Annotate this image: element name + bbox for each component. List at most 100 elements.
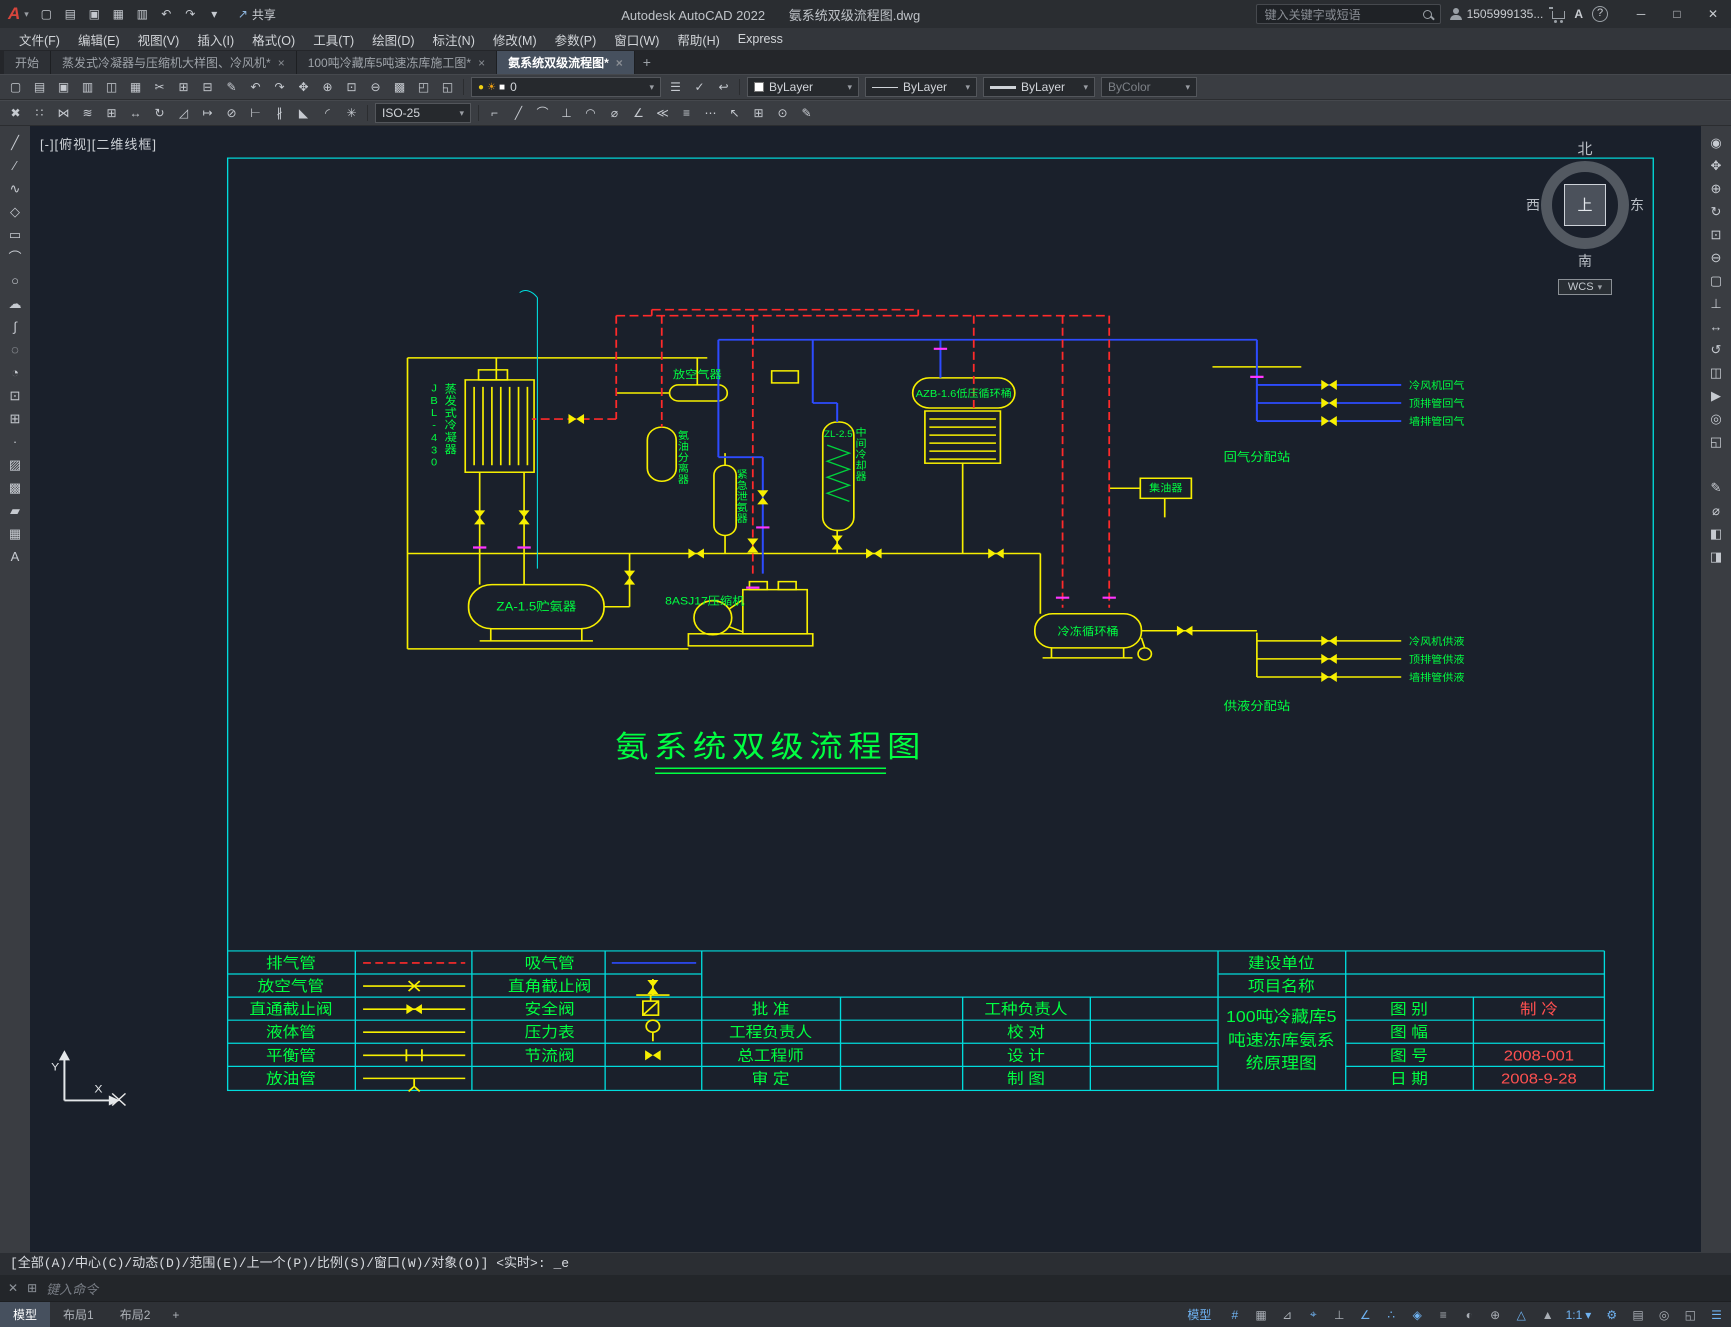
autocad-logo-icon[interactable]: A: [6, 4, 22, 24]
help-icon[interactable]: ?: [1592, 6, 1608, 22]
workspace-switch-icon[interactable]: ⚙: [1598, 1302, 1622, 1327]
break-icon[interactable]: ∦: [268, 103, 291, 123]
revision-cloud-icon[interactable]: ☁: [3, 293, 27, 315]
camera-tool-icon[interactable]: ◨: [1704, 546, 1728, 568]
tab-doc-1[interactable]: 蒸发式冷凝器与压缩机大样图、冷风机* ×: [51, 51, 297, 74]
move-icon[interactable]: ↔: [124, 103, 147, 123]
quick-dim-icon[interactable]: ≪: [651, 103, 674, 123]
snap-mode-icon[interactable]: ▦: [1247, 1302, 1271, 1327]
fillet-icon[interactable]: ◜: [316, 103, 339, 123]
mtext-icon[interactable]: A: [3, 546, 27, 568]
section-tool-icon[interactable]: ◧: [1704, 523, 1728, 545]
qsave-icon[interactable]: ▣: [52, 77, 75, 97]
cut-icon[interactable]: ✂: [148, 77, 171, 97]
insert-block-icon[interactable]: ⊡: [3, 385, 27, 407]
paste-icon[interactable]: ⊟: [196, 77, 219, 97]
measure-tool-icon[interactable]: ⌀: [1704, 500, 1728, 522]
close-tab-icon[interactable]: ×: [478, 56, 485, 70]
annotate-tool-icon[interactable]: ✎: [1704, 477, 1728, 499]
qnew-icon[interactable]: ▢: [4, 77, 27, 97]
share-button[interactable]: ↗ 共享: [228, 6, 286, 23]
menu-format[interactable]: 格式(O): [243, 28, 304, 50]
zoom-window-icon[interactable]: ⊡: [1704, 224, 1728, 246]
construction-line-icon[interactable]: ∕: [3, 155, 27, 177]
save-as-icon[interactable]: ▦: [107, 4, 130, 24]
match-properties-icon[interactable]: ✎: [220, 77, 243, 97]
annotation-autoscale-icon[interactable]: ▲: [1534, 1302, 1559, 1327]
polyline-icon[interactable]: ∿: [3, 178, 27, 200]
layer-previous-icon[interactable]: ↩: [712, 77, 735, 97]
gradient-icon[interactable]: ▩: [3, 477, 27, 499]
point-icon[interactable]: ·: [3, 431, 27, 453]
lineweight-icon[interactable]: ≡: [1430, 1302, 1454, 1327]
dim-diameter-icon[interactable]: ⌀: [603, 103, 626, 123]
model-space-canvas[interactable]: Y X JBL-430 蒸发式冷凝器 放空气器 氨油分离器 ZL-2.5 中间冷…: [30, 126, 1701, 1252]
plot-preview-icon[interactable]: ◫: [100, 77, 123, 97]
search-icon[interactable]: [1422, 9, 1432, 19]
dimstyle-dropdown[interactable]: ISO-25 ▾: [375, 103, 471, 123]
fullscreen-icon[interactable]: ◱: [1704, 431, 1728, 453]
customize-menu-icon[interactable]: ☰: [1703, 1302, 1727, 1327]
move-view-icon[interactable]: ↔: [1704, 316, 1728, 338]
rotate-view-icon[interactable]: ↺: [1704, 339, 1728, 361]
viewcube-east-label[interactable]: 东: [1630, 195, 1644, 215]
region-icon[interactable]: ▰: [3, 500, 27, 522]
viewcube-south-label[interactable]: 南: [1527, 251, 1643, 271]
close-tab-icon[interactable]: ×: [616, 56, 623, 70]
menu-edit[interactable]: 编辑(E): [69, 28, 129, 50]
pan-icon[interactable]: ✥: [1704, 155, 1728, 177]
clean-screen-icon[interactable]: ◱: [1677, 1302, 1701, 1327]
trim-icon[interactable]: ⊘: [220, 103, 243, 123]
ellipse-arc-icon[interactable]: ◔: [3, 362, 27, 384]
explode-icon[interactable]: ✳: [340, 103, 363, 123]
menu-modify[interactable]: 修改(M): [484, 28, 546, 50]
maximize-button[interactable]: □: [1659, 0, 1695, 28]
viewport-icon[interactable]: ◫: [1704, 362, 1728, 384]
ortho-icon[interactable]: ⊥: [1326, 1302, 1350, 1327]
undo-icon[interactable]: ↶: [244, 77, 267, 97]
tool-palettes-icon[interactable]: ◱: [436, 77, 459, 97]
array-icon[interactable]: ⊞: [100, 103, 123, 123]
search-input[interactable]: 键入关键字或短语: [1255, 4, 1441, 24]
command-history[interactable]: [全部(A)/中心(C)/动态(D)/范围(E)/上一个(P)/比例(S)/窗口…: [0, 1253, 1731, 1275]
tab-doc-2[interactable]: 100吨冷藏库5吨速冻库施工图* ×: [296, 51, 498, 74]
zoom-extents-icon[interactable]: ⊕: [1704, 178, 1728, 200]
ellipse-icon[interactable]: ◌: [3, 339, 27, 361]
close-button[interactable]: ✕: [1695, 0, 1731, 28]
plot-icon[interactable]: ▥: [131, 4, 154, 24]
menu-parametric[interactable]: 参数(P): [546, 28, 606, 50]
pan-realtime-icon[interactable]: ✥: [292, 77, 315, 97]
polygon-icon[interactable]: ◇: [3, 201, 27, 223]
command-customize-icon[interactable]: ⊞: [27, 1281, 37, 1295]
osnap-tracking-icon[interactable]: ∴: [1378, 1302, 1402, 1327]
rectangle-icon[interactable]: ▭: [3, 224, 27, 246]
dim-edit-icon[interactable]: ✎: [795, 103, 818, 123]
dim-angular-icon[interactable]: ∠: [627, 103, 650, 123]
offset-icon[interactable]: ≋: [76, 103, 99, 123]
model-paper-toggle[interactable]: 模型: [1182, 1302, 1219, 1327]
quick-properties-icon[interactable]: ▤: [1624, 1302, 1648, 1327]
transparency-icon[interactable]: ◐: [1456, 1302, 1480, 1327]
linetype-dropdown[interactable]: ByLayer ▾: [865, 77, 977, 97]
arc-icon[interactable]: ⌒: [3, 247, 27, 269]
infer-constraints-icon[interactable]: ⊿: [1274, 1302, 1298, 1327]
open-icon[interactable]: ▤: [28, 77, 51, 97]
command-close-icon[interactable]: ✕: [8, 1281, 18, 1295]
stretch-icon[interactable]: ↦: [196, 103, 219, 123]
close-tab-icon[interactable]: ×: [278, 56, 285, 70]
dim-arc-icon[interactable]: ⌒: [531, 103, 554, 123]
publish-icon[interactable]: ▦: [124, 77, 147, 97]
color-dropdown[interactable]: ByLayer ▾: [747, 77, 859, 97]
dim-baseline-icon[interactable]: ≡: [675, 103, 698, 123]
layer-dropdown[interactable]: ● ☀ ■ 0 ▾: [471, 77, 661, 97]
dim-radius-icon[interactable]: ◠: [579, 103, 602, 123]
menu-window[interactable]: 窗口(W): [605, 28, 668, 50]
redo-icon[interactable]: ↷: [179, 4, 202, 24]
make-current-layer-icon[interactable]: ✓: [688, 77, 711, 97]
copy-object-icon[interactable]: ∷: [28, 103, 51, 123]
plot-icon[interactable]: ▥: [76, 77, 99, 97]
ucs-tool-icon[interactable]: ⊥: [1704, 293, 1728, 315]
model-tab[interactable]: 模型: [0, 1302, 51, 1327]
orbit-icon[interactable]: ↻: [1704, 201, 1728, 223]
layout1-tab[interactable]: 布局1: [50, 1302, 107, 1327]
